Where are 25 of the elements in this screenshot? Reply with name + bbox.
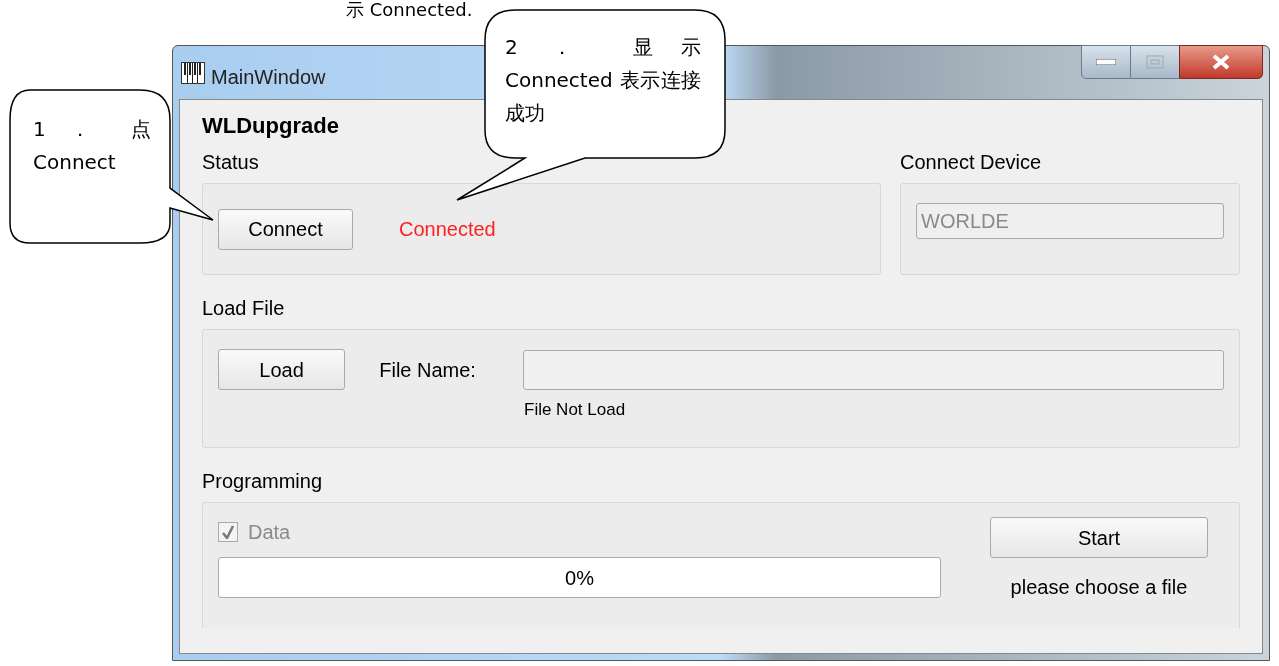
load-button[interactable]: Load (218, 349, 346, 390)
connection-status: Connected (399, 217, 496, 242)
piano-icon (181, 62, 205, 84)
window-title: MainWindow (211, 65, 326, 90)
app-title: WLDupgrade (202, 112, 339, 140)
document-text: 示 Connected. (346, 0, 473, 20)
group-label: Load File (202, 296, 285, 320)
connect-button[interactable]: Connect (218, 208, 353, 250)
callout-text: 1 ． 点 Connect (33, 116, 151, 176)
close-icon (1211, 54, 1231, 70)
group-label: Programming (202, 469, 323, 493)
start-button[interactable]: Start (990, 517, 1208, 558)
maximize-icon (1146, 55, 1164, 69)
close-button[interactable] (1179, 45, 1263, 79)
maximize-button[interactable] (1131, 45, 1179, 79)
callout-text: 2 ． 显示 Connected 表示连接成功 (505, 34, 701, 127)
progress-text: 0% (565, 565, 594, 591)
programming-status-text: please choose a file (1010, 575, 1188, 600)
file-name-label: File Name: (379, 357, 477, 383)
group-label: Connect Device (900, 150, 1042, 174)
checkmark-icon (222, 525, 234, 539)
group-label: Status (202, 150, 259, 174)
minimize-button[interactable] (1081, 45, 1131, 79)
minimize-icon (1096, 59, 1116, 65)
file-status-text: File Not Load (524, 399, 626, 421)
